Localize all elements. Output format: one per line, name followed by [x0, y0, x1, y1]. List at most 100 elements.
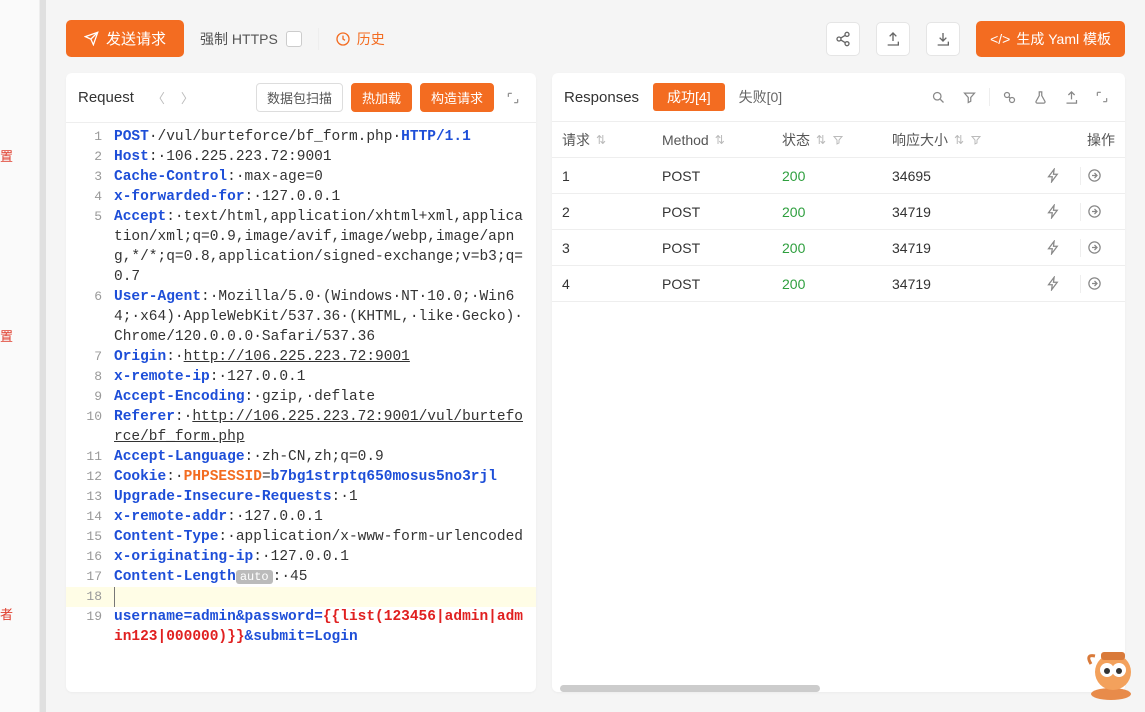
search-icon	[931, 90, 946, 105]
yaml-label: 生成 Yaml 模板	[1016, 29, 1111, 49]
export2-button[interactable]	[1060, 90, 1083, 105]
arrow-right-circle-icon	[1087, 168, 1102, 183]
editor-line[interactable]: 5Accept:·text/html,application/xhtml+xml…	[66, 207, 536, 287]
editor-line[interactable]: 14x-remote-addr:·127.0.0.1	[66, 507, 536, 527]
bolt-icon	[1046, 168, 1061, 183]
editor-line[interactable]: 12Cookie:·PHPSESSID=b7bg1strptq650mosus5…	[66, 467, 536, 487]
resend-button[interactable]	[1046, 276, 1074, 291]
editor-line[interactable]: 1POST·/vul/burteforce/bf_form.php·HTTP/1…	[66, 127, 536, 147]
left-sidebar: 置 置 者	[0, 0, 40, 712]
upload2-icon	[1064, 90, 1079, 105]
open-button[interactable]	[1087, 240, 1115, 255]
sort-icon[interactable]: ⇅	[954, 133, 964, 147]
request-panel: Request 〈 〉 数据包扫描 热加载 构造请求 1POST·/vul/bu…	[66, 73, 536, 692]
open-button[interactable]	[1087, 168, 1115, 183]
editor-line[interactable]: 19username=admin&password={{list(123456|…	[66, 607, 536, 647]
bolt-icon	[1046, 204, 1061, 219]
col-status[interactable]: 状态	[782, 130, 810, 150]
editor-line[interactable]: 11Accept-Language:·zh-CN,zh;q=0.9	[66, 447, 536, 467]
arrow-right-circle-icon	[1087, 240, 1102, 255]
open-button[interactable]	[1087, 276, 1115, 291]
editor-line[interactable]: 16x-originating-ip:·127.0.0.1	[66, 547, 536, 567]
hot-load-button[interactable]: 热加载	[351, 83, 412, 112]
nav-next-button[interactable]: 〉	[177, 88, 198, 107]
sort-icon[interactable]: ⇅	[715, 133, 725, 147]
divider	[989, 88, 990, 106]
generate-yaml-button[interactable]: </> 生成 Yaml 模板	[976, 21, 1125, 57]
search-button[interactable]	[927, 90, 950, 105]
send-label: 发送请求	[106, 28, 166, 49]
sort-icon[interactable]: ⇅	[596, 133, 606, 147]
editor-line[interactable]: 18	[66, 587, 536, 607]
send-request-button[interactable]: 发送请求	[66, 20, 184, 57]
editor-line[interactable]: 6User-Agent:·Mozilla/5.0·(Windows·NT·10.…	[66, 287, 536, 347]
sidebar-text-3: 者	[0, 604, 13, 623]
divider	[1080, 167, 1081, 185]
editor-line[interactable]: 7Origin:·http://106.225.223.72:9001	[66, 347, 536, 367]
resend-button[interactable]	[1046, 240, 1074, 255]
table-row[interactable]: 3POST20034719	[552, 230, 1125, 266]
editor-line[interactable]: 9Accept-Encoding:·gzip,·deflate	[66, 387, 536, 407]
construct-request-button[interactable]: 构造请求	[420, 83, 494, 112]
divider	[1080, 239, 1081, 257]
open-button[interactable]	[1087, 204, 1115, 219]
tab-fail[interactable]: 失败[0]	[725, 83, 797, 111]
cell-status: 200	[782, 276, 805, 292]
col-size[interactable]: 响应大小	[892, 130, 948, 150]
horizontal-scrollbar[interactable]	[560, 685, 1117, 692]
editor-line[interactable]: 13Upgrade-Insecure-Requests:·1	[66, 487, 536, 507]
cell-size: 34719	[882, 276, 1012, 292]
share-icon	[835, 31, 851, 47]
editor-line[interactable]: 10Referer:·http://106.225.223.72:9001/vu…	[66, 407, 536, 447]
flask-button[interactable]	[1029, 90, 1052, 105]
mascot-icon[interactable]	[1083, 644, 1143, 702]
editor-line[interactable]: 8x-remote-ip:·127.0.0.1	[66, 367, 536, 387]
cell-method: POST	[652, 240, 772, 256]
cell-idx: 1	[552, 168, 652, 184]
force-https-toggle[interactable]: 强制 HTTPS	[200, 29, 302, 49]
filter-icon[interactable]	[970, 134, 982, 146]
scrollbar-thumb[interactable]	[560, 685, 820, 692]
cell-idx: 2	[552, 204, 652, 220]
responses-table: 请求⇅ Method⇅ 状态⇅ 响应大小⇅ 操作 1POST200346952P…	[552, 122, 1125, 679]
cell-method: POST	[652, 204, 772, 220]
filter-icon[interactable]	[832, 134, 844, 146]
import-button[interactable]	[926, 22, 960, 56]
responses-panel: Responses 成功[4] 失败[0] 请求⇅ Method⇅ 状态⇅	[552, 73, 1125, 692]
force-https-label: 强制 HTTPS	[200, 29, 278, 49]
table-row[interactable]: 2POST20034719	[552, 194, 1125, 230]
sidebar-text-1: 置	[0, 146, 13, 165]
editor-line[interactable]: 17Content-Lengthauto:·45	[66, 567, 536, 587]
expand2-button[interactable]	[1091, 90, 1113, 104]
share-button[interactable]	[826, 22, 860, 56]
col-method[interactable]: Method	[662, 132, 709, 148]
col-request[interactable]: 请求	[562, 130, 590, 150]
table-row[interactable]: 4POST20034719	[552, 266, 1125, 302]
sort-icon[interactable]: ⇅	[816, 133, 826, 147]
cell-method: POST	[652, 276, 772, 292]
filter-button[interactable]	[958, 90, 981, 105]
cell-status: 200	[782, 168, 805, 184]
request-editor[interactable]: 1POST·/vul/burteforce/bf_form.php·HTTP/1…	[66, 123, 536, 692]
download-icon	[935, 31, 951, 47]
link-button[interactable]	[998, 90, 1021, 105]
cell-size: 34719	[882, 240, 1012, 256]
cell-method: POST	[652, 168, 772, 184]
packet-scan-button[interactable]: 数据包扫描	[256, 83, 343, 112]
tab-success[interactable]: 成功[4]	[653, 83, 725, 111]
expand-button[interactable]	[502, 91, 524, 105]
editor-line[interactable]: 2Host:·106.225.223.72:9001	[66, 147, 536, 167]
checkbox-icon	[286, 31, 302, 47]
editor-line[interactable]: 3Cache-Control:·max-age=0	[66, 167, 536, 187]
table-row[interactable]: 1POST20034695	[552, 158, 1125, 194]
resend-button[interactable]	[1046, 168, 1074, 183]
code-icon: </>	[990, 31, 1010, 47]
divider	[1080, 275, 1081, 293]
resend-button[interactable]	[1046, 204, 1074, 219]
nav-prev-button[interactable]: 〈	[148, 88, 169, 107]
flask-icon	[1033, 90, 1048, 105]
editor-line[interactable]: 15Content-Type:·application/x-www-form-u…	[66, 527, 536, 547]
export-button[interactable]	[876, 22, 910, 56]
history-button[interactable]: 历史	[335, 29, 385, 49]
editor-line[interactable]: 4x-forwarded-for:·127.0.0.1	[66, 187, 536, 207]
